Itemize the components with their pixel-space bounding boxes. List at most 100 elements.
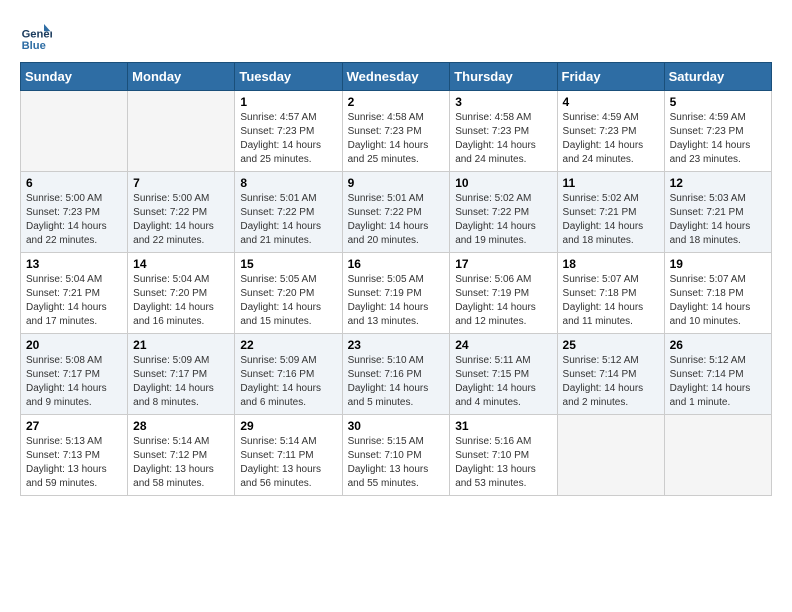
calendar-cell: 30 Sunrise: 5:15 AMSunset: 7:10 PMDayligh… — [342, 415, 450, 496]
day-number: 8 — [240, 176, 336, 190]
day-number: 4 — [563, 95, 659, 109]
day-number: 30 — [348, 419, 445, 433]
day-info: Sunrise: 5:12 AMSunset: 7:14 PMDaylight:… — [563, 354, 659, 410]
calendar-cell: 25 Sunrise: 5:12 AMSunset: 7:14 PMDayligh… — [557, 334, 664, 415]
calendar-cell: 31 Sunrise: 5:16 AMSunset: 7:10 PMDayligh… — [450, 415, 557, 496]
day-info: Sunrise: 5:16 AMSunset: 7:10 PMDaylight:… — [455, 435, 551, 491]
page-header: General Blue — [20, 20, 772, 52]
calendar-cell: 9 Sunrise: 5:01 AMSunset: 7:22 PMDaylight… — [342, 172, 450, 253]
day-number: 11 — [563, 176, 659, 190]
calendar-cell: 8 Sunrise: 5:01 AMSunset: 7:22 PMDaylight… — [235, 172, 342, 253]
day-info: Sunrise: 5:09 AMSunset: 7:16 PMDaylight:… — [240, 354, 336, 410]
day-info: Sunrise: 5:10 AMSunset: 7:16 PMDaylight:… — [348, 354, 445, 410]
svg-text:Blue: Blue — [22, 40, 46, 52]
calendar-cell — [21, 91, 128, 172]
day-info: Sunrise: 5:07 AMSunset: 7:18 PMDaylight:… — [670, 273, 766, 329]
weekday-header-monday: Monday — [128, 63, 235, 91]
day-info: Sunrise: 5:01 AMSunset: 7:22 PMDaylight:… — [240, 192, 336, 248]
day-info: Sunrise: 5:02 AMSunset: 7:22 PMDaylight:… — [455, 192, 551, 248]
weekday-header-tuesday: Tuesday — [235, 63, 342, 91]
day-number: 26 — [670, 338, 766, 352]
day-info: Sunrise: 5:01 AMSunset: 7:22 PMDaylight:… — [348, 192, 445, 248]
calendar-cell: 15Sunrise: 5:05 AMSunset: 7:20 PMDayligh… — [235, 253, 342, 334]
calendar-cell: 5 Sunrise: 4:59 AMSunset: 7:23 PMDaylight… — [664, 91, 771, 172]
calendar-cell: 4 Sunrise: 4:59 AMSunset: 7:23 PMDaylight… — [557, 91, 664, 172]
day-info: Sunrise: 5:07 AMSunset: 7:18 PMDaylight:… — [563, 273, 659, 329]
day-info: Sunrise: 5:12 AMSunset: 7:14 PMDaylight:… — [670, 354, 766, 410]
weekday-header-wednesday: Wednesday — [342, 63, 450, 91]
day-number: 20 — [26, 338, 122, 352]
day-info: Sunrise: 4:58 AMSunset: 7:23 PMDaylight:… — [455, 111, 551, 167]
logo-icon: General Blue — [20, 20, 52, 52]
day-number: 24 — [455, 338, 551, 352]
calendar-cell: 19Sunrise: 5:07 AMSunset: 7:18 PMDayligh… — [664, 253, 771, 334]
calendar-cell: 20Sunrise: 5:08 AMSunset: 7:17 PMDayligh… — [21, 334, 128, 415]
calendar-cell: 29 Sunrise: 5:14 AMSunset: 7:11 PMDayligh… — [235, 415, 342, 496]
day-info: Sunrise: 4:57 AMSunset: 7:23 PMDaylight:… — [240, 111, 336, 167]
calendar-cell: 27Sunrise: 5:13 AMSunset: 7:13 PMDayligh… — [21, 415, 128, 496]
day-info: Sunrise: 5:05 AMSunset: 7:19 PMDaylight:… — [348, 273, 445, 329]
day-number: 9 — [348, 176, 445, 190]
calendar-cell — [128, 91, 235, 172]
day-info: Sunrise: 5:05 AMSunset: 7:20 PMDaylight:… — [240, 273, 336, 329]
calendar-cell: 23 Sunrise: 5:10 AMSunset: 7:16 PMDayligh… — [342, 334, 450, 415]
day-number: 23 — [348, 338, 445, 352]
day-number: 1 — [240, 95, 336, 109]
weekday-header-row: SundayMondayTuesdayWednesdayThursdayFrid… — [21, 63, 772, 91]
day-number: 5 — [670, 95, 766, 109]
day-info: Sunrise: 5:15 AMSunset: 7:10 PMDaylight:… — [348, 435, 445, 491]
day-number: 12 — [670, 176, 766, 190]
weekday-header-thursday: Thursday — [450, 63, 557, 91]
calendar-week-2: 6Sunrise: 5:00 AMSunset: 7:23 PMDaylight… — [21, 172, 772, 253]
day-number: 25 — [563, 338, 659, 352]
day-number: 28 — [133, 419, 229, 433]
calendar-body: 1 Sunrise: 4:57 AMSunset: 7:23 PMDaylight… — [21, 91, 772, 496]
day-number: 14 — [133, 257, 229, 271]
day-info: Sunrise: 5:14 AMSunset: 7:11 PMDaylight:… — [240, 435, 336, 491]
day-info: Sunrise: 5:00 AMSunset: 7:22 PMDaylight:… — [133, 192, 229, 248]
calendar-cell: 18Sunrise: 5:07 AMSunset: 7:18 PMDayligh… — [557, 253, 664, 334]
day-number: 6 — [26, 176, 122, 190]
calendar-cell: 10 Sunrise: 5:02 AMSunset: 7:22 PMDayligh… — [450, 172, 557, 253]
day-number: 7 — [133, 176, 229, 190]
day-info: Sunrise: 4:58 AMSunset: 7:23 PMDaylight:… — [348, 111, 445, 167]
calendar-cell: 26 Sunrise: 5:12 AMSunset: 7:14 PMDayligh… — [664, 334, 771, 415]
day-number: 31 — [455, 419, 551, 433]
calendar-cell: 12 Sunrise: 5:03 AMSunset: 7:21 PMDayligh… — [664, 172, 771, 253]
day-info: Sunrise: 5:04 AMSunset: 7:21 PMDaylight:… — [26, 273, 122, 329]
day-info: Sunrise: 5:06 AMSunset: 7:19 PMDaylight:… — [455, 273, 551, 329]
day-number: 13 — [26, 257, 122, 271]
day-number: 3 — [455, 95, 551, 109]
day-number: 22 — [240, 338, 336, 352]
calendar-week-4: 20Sunrise: 5:08 AMSunset: 7:17 PMDayligh… — [21, 334, 772, 415]
calendar-week-1: 1 Sunrise: 4:57 AMSunset: 7:23 PMDaylight… — [21, 91, 772, 172]
day-number: 16 — [348, 257, 445, 271]
calendar-cell: 3 Sunrise: 4:58 AMSunset: 7:23 PMDaylight… — [450, 91, 557, 172]
day-info: Sunrise: 5:14 AMSunset: 7:12 PMDaylight:… — [133, 435, 229, 491]
calendar-cell: 13 Sunrise: 5:04 AMSunset: 7:21 PMDayligh… — [21, 253, 128, 334]
calendar-cell: 14 Sunrise: 5:04 AMSunset: 7:20 PMDayligh… — [128, 253, 235, 334]
calendar-week-5: 27Sunrise: 5:13 AMSunset: 7:13 PMDayligh… — [21, 415, 772, 496]
calendar-cell: 11 Sunrise: 5:02 AMSunset: 7:21 PMDayligh… — [557, 172, 664, 253]
calendar-cell: 6Sunrise: 5:00 AMSunset: 7:23 PMDaylight… — [21, 172, 128, 253]
calendar-week-3: 13 Sunrise: 5:04 AMSunset: 7:21 PMDayligh… — [21, 253, 772, 334]
calendar-table: SundayMondayTuesdayWednesdayThursdayFrid… — [20, 62, 772, 496]
logo: General Blue — [20, 20, 56, 52]
day-info: Sunrise: 4:59 AMSunset: 7:23 PMDaylight:… — [563, 111, 659, 167]
day-number: 2 — [348, 95, 445, 109]
day-number: 17 — [455, 257, 551, 271]
calendar-cell: 2 Sunrise: 4:58 AMSunset: 7:23 PMDaylight… — [342, 91, 450, 172]
day-number: 27 — [26, 419, 122, 433]
day-info: Sunrise: 5:02 AMSunset: 7:21 PMDaylight:… — [563, 192, 659, 248]
calendar-cell — [557, 415, 664, 496]
day-number: 21 — [133, 338, 229, 352]
day-info: Sunrise: 5:03 AMSunset: 7:21 PMDaylight:… — [670, 192, 766, 248]
day-number: 29 — [240, 419, 336, 433]
calendar-cell: 22 Sunrise: 5:09 AMSunset: 7:16 PMDayligh… — [235, 334, 342, 415]
weekday-header-saturday: Saturday — [664, 63, 771, 91]
day-info: Sunrise: 4:59 AMSunset: 7:23 PMDaylight:… — [670, 111, 766, 167]
calendar-cell — [664, 415, 771, 496]
day-info: Sunrise: 5:04 AMSunset: 7:20 PMDaylight:… — [133, 273, 229, 329]
weekday-header-friday: Friday — [557, 63, 664, 91]
day-number: 10 — [455, 176, 551, 190]
